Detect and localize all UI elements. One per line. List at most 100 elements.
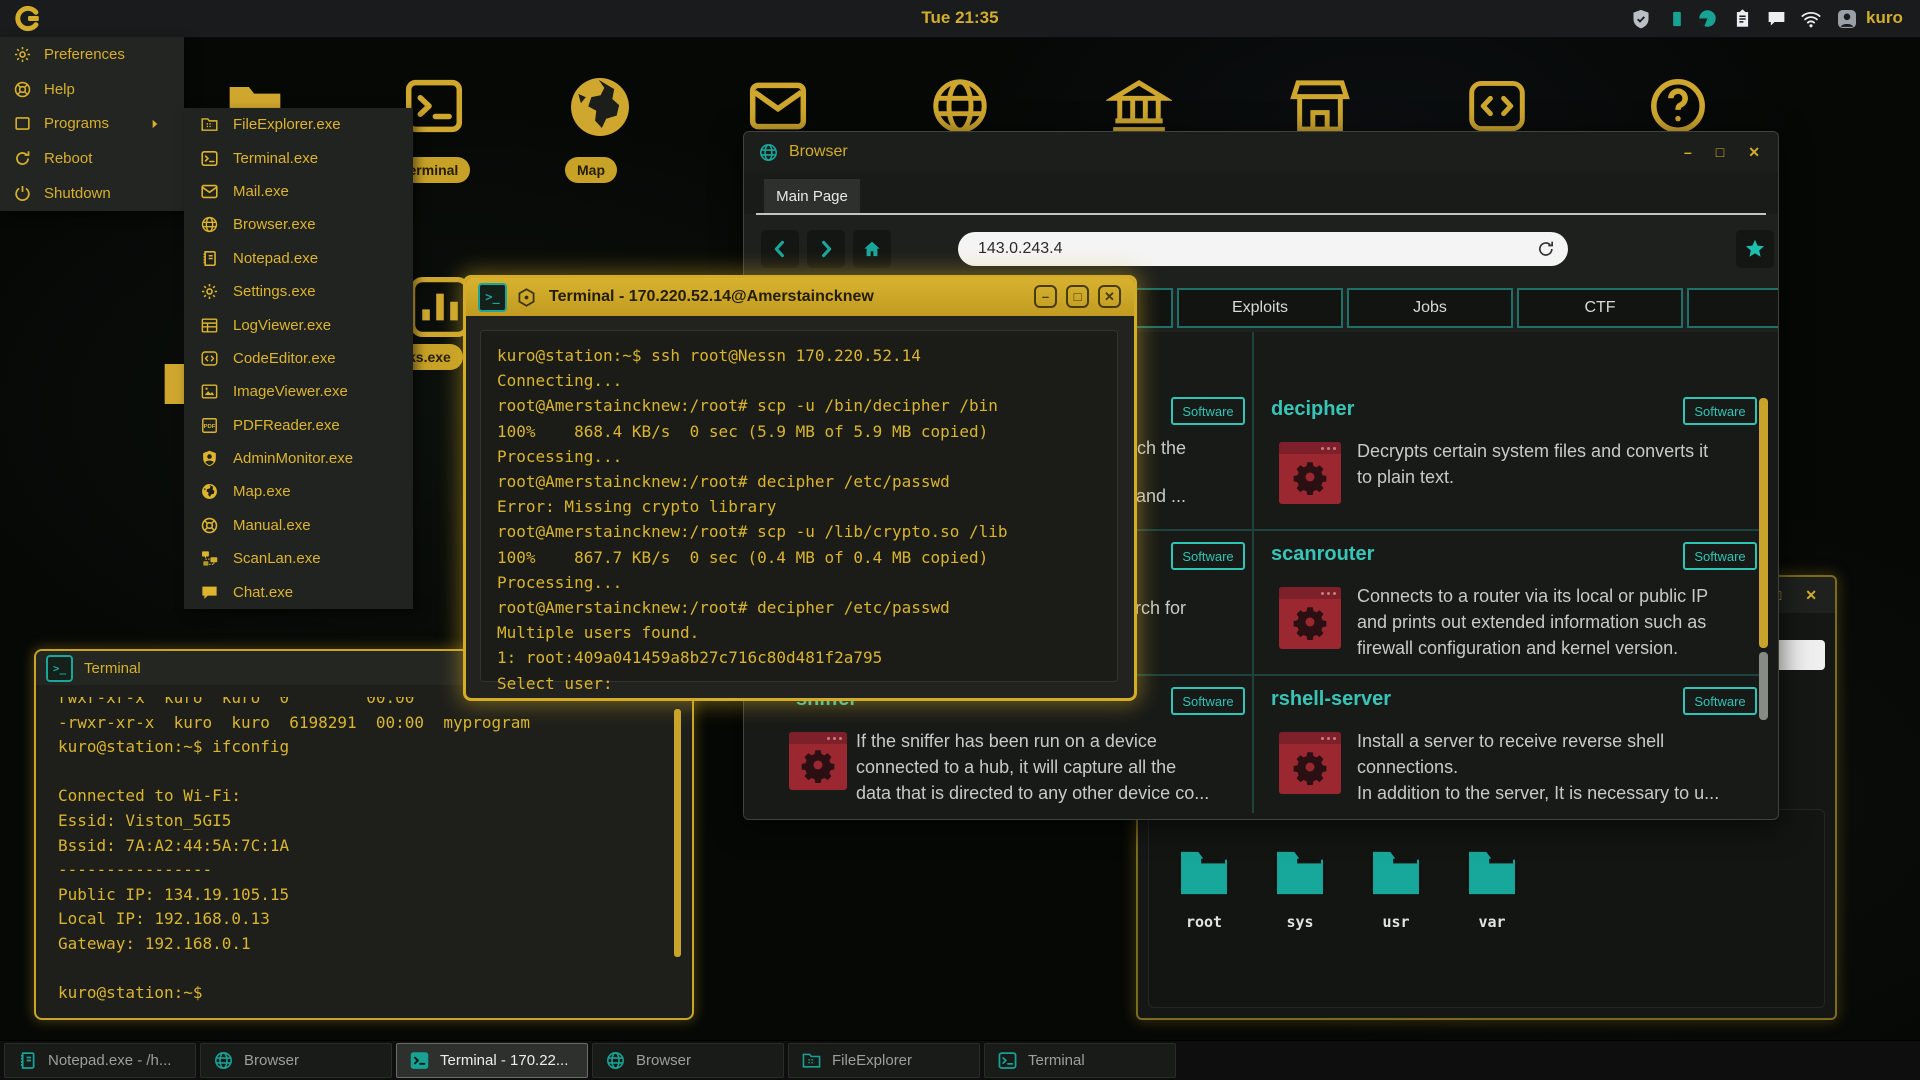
terminal-line: Public IP: 134.19.105.15 [58,883,652,908]
submenu-item-manual[interactable]: Manual.exe [184,509,413,542]
close-button[interactable]: ✕ [1098,285,1121,308]
map-desktop-icon[interactable] [563,70,637,144]
scrollbar-thumb[interactable] [674,709,681,957]
terminal-icon [200,149,219,168]
folder-label[interactable]: sys [1255,913,1345,931]
window-title: Terminal - 170.220.52.14@Amerstaincknew [549,288,874,306]
terminal-line: Multiple users found. [497,620,1101,645]
map-desktop-label[interactable]: Map [565,157,617,183]
submenu-item-chat[interactable]: Chat.exe [184,575,413,608]
taskbar-item-terminal-local[interactable]: Terminal [984,1043,1176,1078]
submenu-item-terminal[interactable]: Terminal.exe [184,141,413,174]
reload-icon[interactable] [1536,239,1556,259]
terminal-line: Processing... [497,570,1101,595]
terminal-line: Select user: [497,671,1101,696]
minimize-button[interactable]: – [1034,285,1057,308]
folder-label[interactable]: usr [1351,913,1441,931]
globe-icon [213,1050,234,1071]
taskbar-item-fileexplorer[interactable]: FileExplorer [788,1043,980,1078]
app-icon-header [1279,732,1341,744]
maximize-button[interactable]: □ [1066,285,1089,308]
submenu-item-settings[interactable]: Settings.exe [184,275,413,308]
submenu-item-browser[interactable]: Browser.exe [184,208,413,241]
folder-icon[interactable] [1272,850,1328,896]
software-name[interactable]: scanrouter [1271,543,1374,566]
submenu-item-imageviewer[interactable]: ImageViewer.exe [184,375,413,408]
minimize-button[interactable]: – [1684,144,1692,161]
terminal-output[interactable]: kuro@station:~$ ssh root@Nessn 170.220.5… [480,330,1118,682]
forward-button[interactable] [807,230,845,268]
menu-item-help[interactable]: Help [0,72,184,107]
submenu-item-mail[interactable]: Mail.exe [184,175,413,208]
terminal-line: ---------------- [58,858,652,883]
submenu-item-pdfreader[interactable]: PDFPDFReader.exe [184,409,413,442]
folder-label[interactable]: root [1159,913,1249,931]
store-desktop-icon[interactable] [1287,73,1353,139]
home-button[interactable] [853,230,891,268]
tab-partial[interactable] [1687,288,1779,328]
avatar[interactable] [1836,8,1858,30]
menu-item-shutdown[interactable]: Shutdown [0,176,184,211]
close-button[interactable]: ✕ [1805,587,1817,604]
folder-icon[interactable] [1464,850,1520,896]
scrollbar-thumb[interactable] [1759,398,1768,648]
submenu-item-label: Map.exe [233,483,291,500]
code-desktop-icon[interactable] [1464,73,1530,139]
menu-item-preferences[interactable]: Preferences [0,37,184,72]
username[interactable]: kuro [1866,8,1903,28]
folder-icon[interactable] [1176,850,1232,896]
tab-jobs[interactable]: Jobs [1347,288,1513,328]
software-app-icon [1279,732,1341,794]
app-icon-header [1279,442,1341,454]
taskbar-item-browser[interactable]: Browser [200,1043,392,1078]
submenu-item-label: PDFReader.exe [233,417,340,434]
terminal-output[interactable]: rwxr-xr-x kuro kuro 0 00:00 -rwxr-xr-x k… [48,697,662,1002]
bank-desktop-icon[interactable] [1106,73,1172,139]
menu-item-programs[interactable]: Programs [0,107,184,142]
folder-icon[interactable] [1368,850,1424,896]
wifi-icon[interactable] [1800,8,1822,30]
folder-label[interactable]: var [1447,913,1537,931]
tab-exploits[interactable]: Exploits [1177,288,1343,328]
submenu-item-codeeditor[interactable]: CodeEditor.exe [184,342,413,375]
submenu-item-label: Settings.exe [233,283,316,300]
help-desktop-icon[interactable] [1645,73,1711,139]
submenu-item-notepad[interactable]: Notepad.exe [184,242,413,275]
clipboard-icon[interactable] [1732,8,1753,29]
chat-icon[interactable] [1766,8,1787,29]
taskbar-item-terminal-remote[interactable]: Terminal - 170.22... [396,1043,588,1078]
back-button[interactable] [761,230,799,268]
browser-desktop-icon[interactable] [927,73,993,139]
tab-ctf[interactable]: CTF [1517,288,1683,328]
shield-check-icon[interactable] [1630,8,1652,30]
maximize-button[interactable]: □ [1716,144,1724,161]
submenu-item-adminmonitor[interactable]: AdminMonitor.exe [184,442,413,475]
taskbar-item-browser-2[interactable]: Browser [592,1043,784,1078]
software-badge: Software [1683,397,1757,425]
taskbar-item-label: Browser [244,1052,299,1069]
submenu-item-scanlan[interactable]: ScanLan.exe [184,542,413,575]
taskbar-item-notepad[interactable]: Notepad.exe - /h... [4,1043,196,1078]
url-text[interactable]: 143.0.243.4 [978,240,1536,258]
menu-item-reboot[interactable]: Reboot [0,141,184,176]
mail-desktop-icon[interactable] [745,73,811,139]
url-bar[interactable]: 143.0.243.4 [958,232,1568,266]
submenu-item-logviewer[interactable]: LogViewer.exe [184,308,413,341]
browser-titlebar[interactable]: Browser [744,132,1778,173]
submenu-item-map[interactable]: Map.exe [184,475,413,508]
terminal-icon [997,1050,1018,1071]
cpu-pie-icon[interactable] [1697,8,1718,29]
submenu-item-label: LogViewer.exe [233,317,331,334]
menu-item-label: Shutdown [44,185,111,202]
bookmark-button[interactable] [1736,230,1774,268]
submenu-item-fileexplorer[interactable]: FileExplorer.exe [184,108,413,141]
file-grid-panel [1148,809,1825,1008]
battery-icon[interactable] [1667,9,1687,29]
menu-item-label: Preferences [44,46,125,63]
scrollbar-track[interactable] [1759,652,1768,720]
software-name[interactable]: rshell-server [1271,688,1391,711]
software-name[interactable]: decipher [1271,398,1354,421]
close-button[interactable]: ✕ [1748,144,1760,161]
terminal-line: kuro@station:~$ ifconfig [58,735,652,760]
page-tab[interactable]: Main Page [764,179,860,214]
